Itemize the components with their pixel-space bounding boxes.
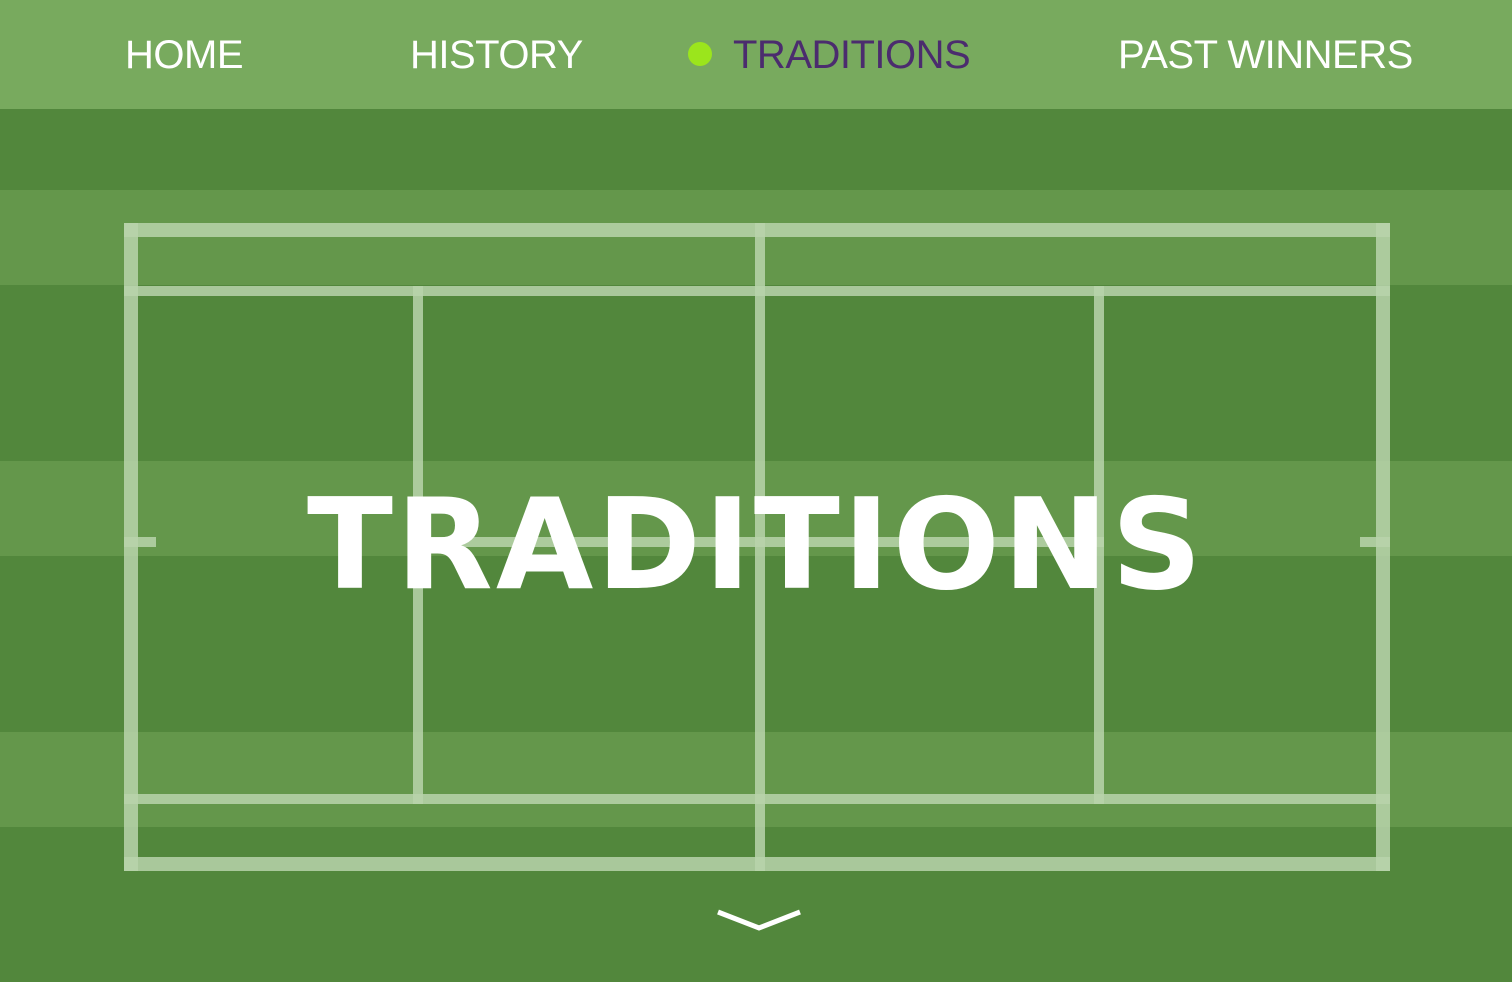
hero-title: TRADITIONS [306,471,1206,618]
chevron-down-icon[interactable] [714,902,804,936]
